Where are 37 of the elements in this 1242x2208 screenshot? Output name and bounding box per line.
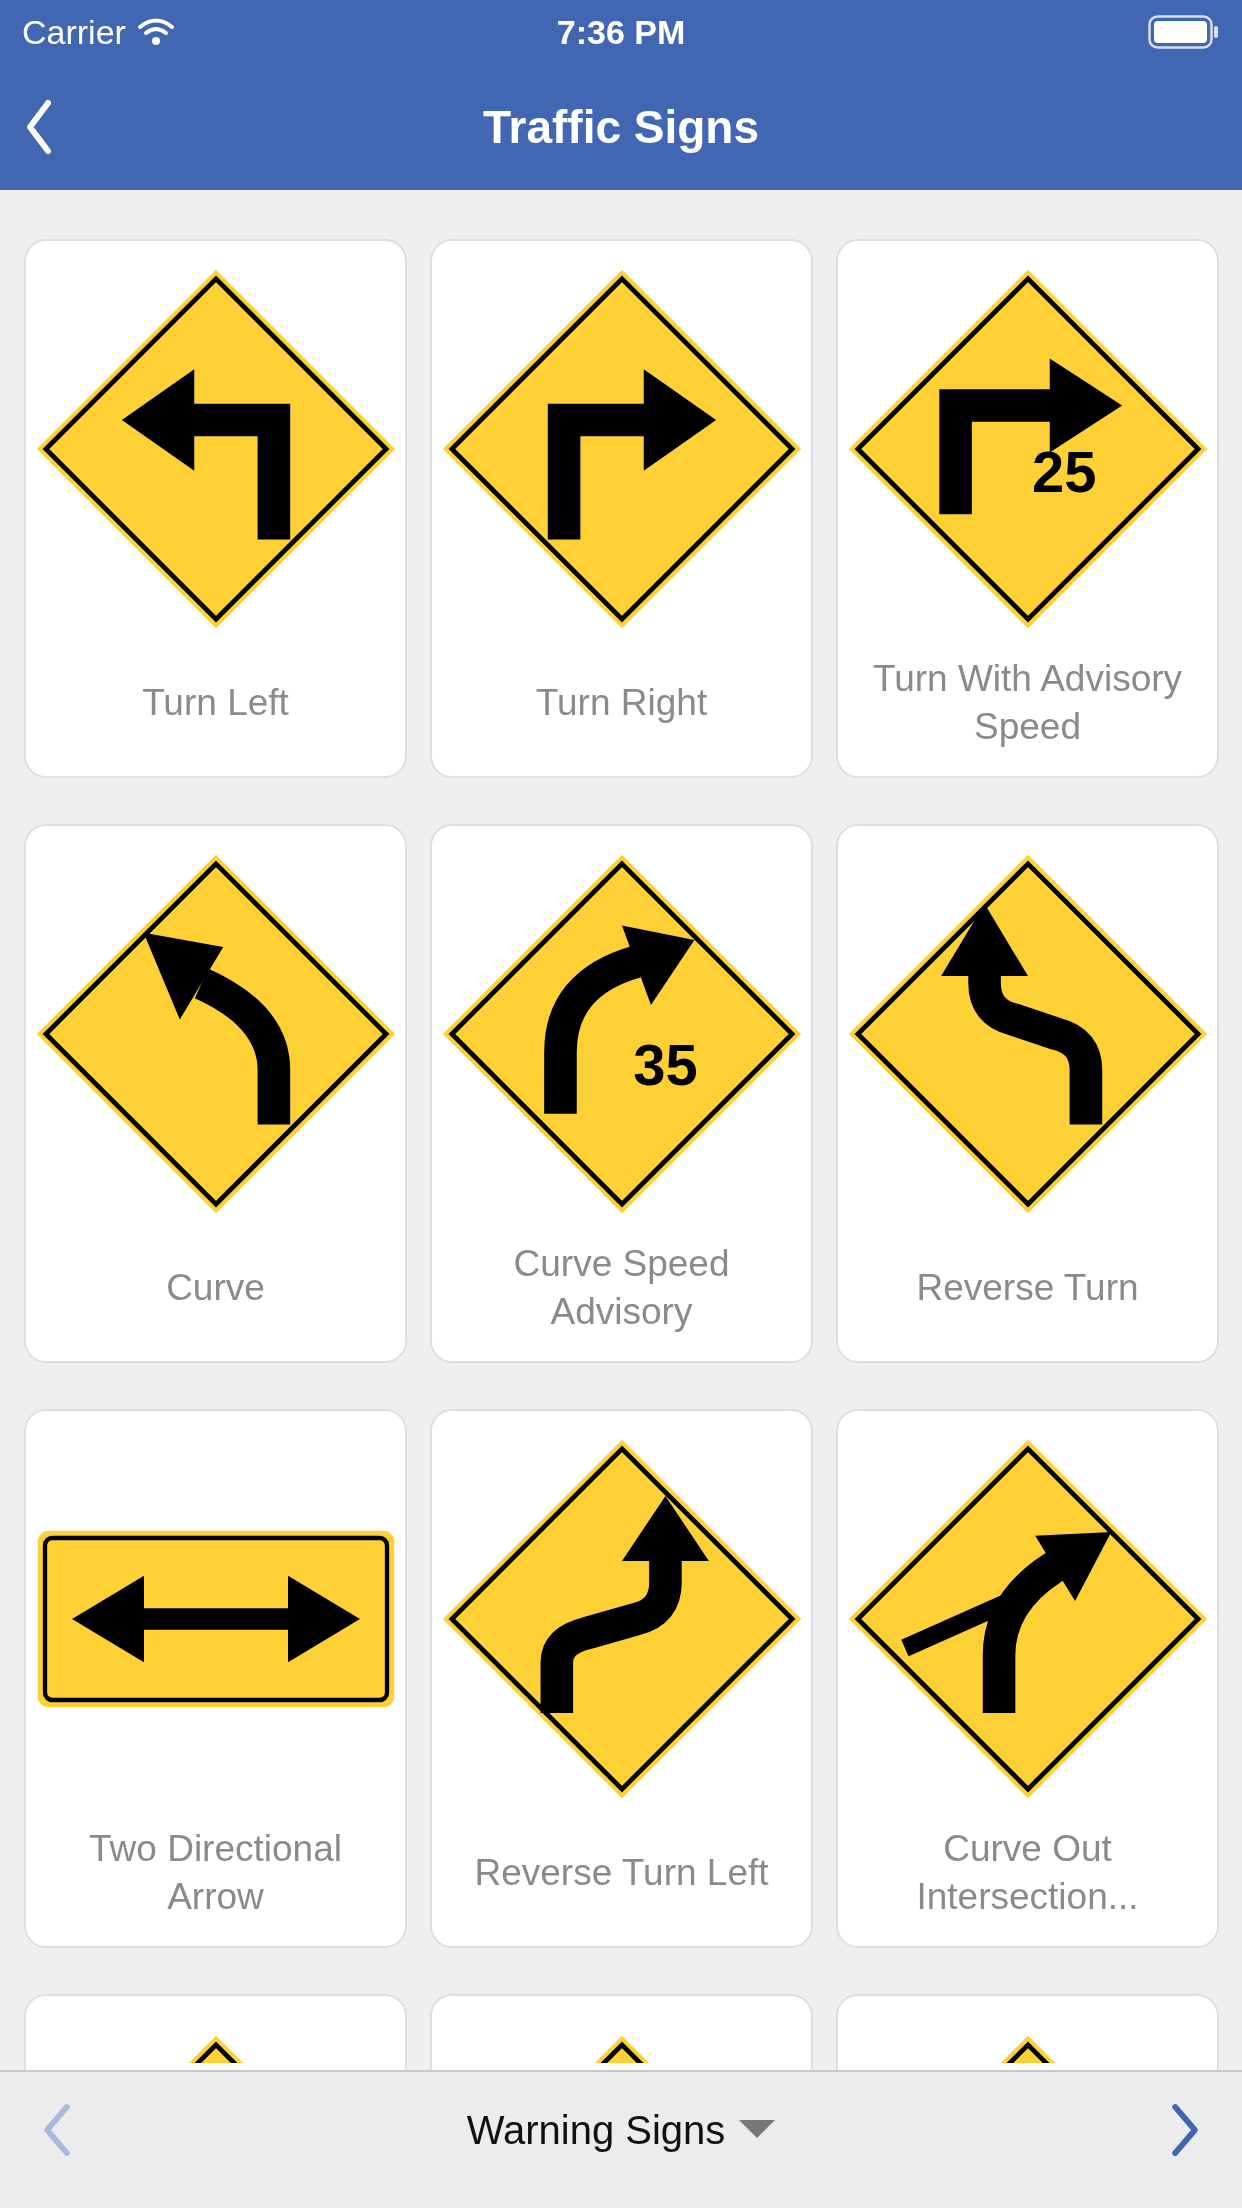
sign-card[interactable]: Turn Right	[430, 239, 813, 778]
speed-number: 35	[632, 1032, 698, 1097]
sign-card[interactable]: Curve Out Intersection...	[836, 1409, 1219, 1948]
category-dropdown[interactable]: Warning Signs	[466, 2107, 776, 2153]
sign-label: Two Directional Arrow	[88, 1826, 343, 1919]
sign-label: Curve Speed Advisory	[512, 1241, 731, 1334]
diamond-sign-top-icon	[186, 2034, 245, 2063]
sign-card[interactable]: Curve	[24, 824, 407, 1363]
sign-label: Reverse Turn	[915, 1265, 1140, 1310]
diamond-sign-top-icon	[592, 2034, 651, 2063]
sign-label: Curve Out Intersection...	[915, 1826, 1140, 1919]
caret-icon	[739, 2120, 776, 2140]
status-time: 7:36 PM	[556, 12, 686, 52]
sign-card[interactable]: Turn Left	[24, 239, 407, 778]
sign-card[interactable]: Reverse Turn	[836, 824, 1219, 1363]
speed-number: 25	[1031, 440, 1096, 505]
right-turn-arrow-sign-icon	[440, 268, 803, 630]
battery-icon	[1148, 15, 1220, 49]
sign-label: Curve	[165, 1265, 266, 1310]
carrier-name: Carrier	[22, 12, 126, 52]
wifi-icon	[137, 18, 174, 46]
sign-card[interactable]: 25 Turn With Advisory Speed	[836, 239, 1219, 778]
sign-card[interactable]: Two Directional Arrow	[24, 1409, 407, 1948]
left-turn-arrow-sign-icon	[34, 268, 397, 630]
sign-label: Turn Left	[141, 680, 290, 725]
screen-title: Traffic Signs	[482, 100, 760, 154]
merging-arrow-sign-icon	[846, 1438, 1209, 1800]
reverse-turn-arrow-sign-icon	[846, 853, 1209, 1215]
left-curve-arrow-sign-icon	[34, 853, 397, 1215]
reverse-turn-arrow-sign-icon	[440, 1438, 803, 1800]
diamond-sign-top-icon	[998, 2034, 1057, 2063]
sign-card[interactable]: Reverse Turn Left	[430, 1409, 813, 1948]
sign-label: Turn Right	[534, 680, 709, 725]
double-arrow-sign-icon	[35, 1529, 396, 1709]
sign-card[interactable]: 35 Curve Speed Advisory	[430, 824, 813, 1363]
sign-label: Reverse Turn Left	[473, 1850, 770, 1895]
sign-label: Turn With Advisory Speed	[871, 656, 1184, 749]
